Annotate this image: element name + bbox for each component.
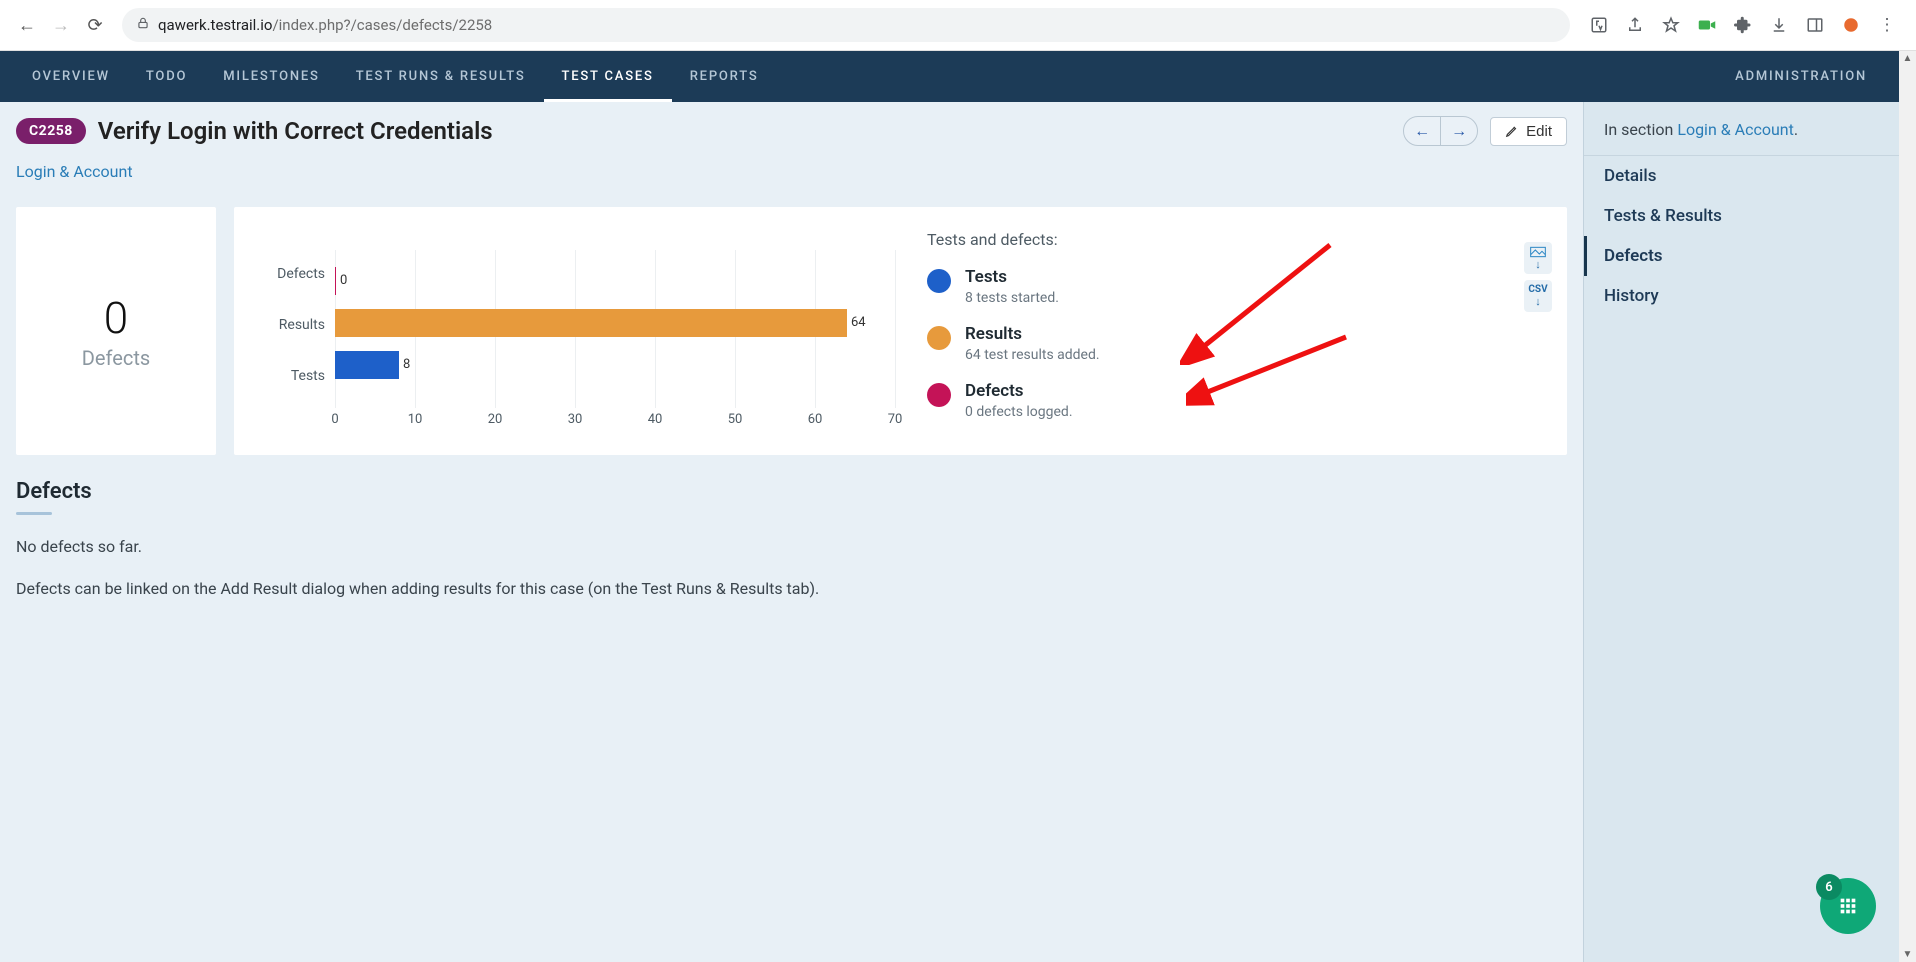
- csv-label: CSV: [1528, 284, 1547, 295]
- browser-actions: ⋮: [1580, 14, 1906, 36]
- legend-swatch: [927, 269, 951, 293]
- reload-button[interactable]: ⟳: [78, 8, 112, 42]
- downloads-icon[interactable]: [1768, 14, 1790, 36]
- chart-category-label: Tests: [245, 355, 335, 397]
- case-nav-arrows: ← →: [1403, 116, 1478, 146]
- defect-count-label: Defects: [82, 346, 150, 370]
- share-icon[interactable]: [1624, 14, 1646, 36]
- chart-xtick: 70: [888, 412, 903, 427]
- legend-subtext: 64 test results added.: [965, 347, 1100, 363]
- heading-underline: [16, 512, 52, 515]
- sidebar-item-tests-results[interactable]: Tests & Results: [1584, 196, 1899, 236]
- legend-swatch: [927, 383, 951, 407]
- grid-icon: [1837, 895, 1859, 917]
- menu-icon[interactable]: ⋮: [1876, 14, 1898, 36]
- chart-bar-value: 64: [851, 315, 866, 330]
- download-chart-image-button[interactable]: ↓: [1524, 242, 1552, 274]
- breadcrumb-link[interactable]: Login & Account: [16, 162, 133, 181]
- legend-title: Tests and defects:: [927, 230, 1524, 249]
- case-title: Verify Login with Correct Credentials: [98, 117, 493, 145]
- image-icon: [1530, 246, 1546, 258]
- sidebar-header: In section Login & Account.: [1584, 102, 1899, 156]
- legend-title-text: Tests: [965, 267, 1059, 287]
- defects-section: Defects No defects so far. Defects can b…: [0, 455, 1583, 601]
- chart-xtick: 60: [808, 412, 823, 427]
- browser-toolbar: ← → ⟳ qawerk.testrail.io /index.php?/cas…: [0, 0, 1916, 51]
- chart-xtick: 20: [488, 412, 503, 427]
- star-icon[interactable]: [1660, 14, 1682, 36]
- scroll-up-icon: ▲: [1903, 51, 1913, 66]
- chart-xtick: 40: [648, 412, 663, 427]
- legend-item: Tests 8 tests started.: [927, 267, 1524, 306]
- floating-action-button[interactable]: 6: [1820, 878, 1876, 934]
- fab-badge: 6: [1816, 874, 1842, 900]
- back-button[interactable]: ←: [10, 8, 44, 42]
- chart-bar: [335, 267, 336, 295]
- chart-xtick: 10: [408, 412, 423, 427]
- extension-video-icon[interactable]: [1696, 14, 1718, 36]
- defect-count-card: 0 Defects: [16, 207, 216, 455]
- address-bar[interactable]: qawerk.testrail.io /index.php?/cases/def…: [122, 8, 1570, 42]
- chart-bar-value: 8: [403, 357, 410, 372]
- scroll-down-icon: ▼: [1903, 947, 1913, 962]
- sidebar-item-defects[interactable]: Defects: [1584, 236, 1899, 276]
- tab-milestones[interactable]: MILESTONES: [205, 51, 337, 102]
- breadcrumb: Login & Account: [0, 156, 1583, 207]
- tab-reports[interactable]: REPORTS: [672, 51, 777, 102]
- chart-card: Defects Results Tests 0 10 20 30 40 50 60 70 0 64 8 …: [234, 207, 1567, 455]
- defect-count-value: 0: [104, 292, 128, 344]
- url-host: qawerk.testrail.io: [158, 16, 272, 34]
- forward-button[interactable]: →: [44, 8, 78, 42]
- chart-xtick: 50: [728, 412, 743, 427]
- tab-administration[interactable]: ADMINISTRATION: [1717, 51, 1885, 102]
- case-id-badge: C2258: [16, 118, 86, 144]
- bar-chart: Defects Results Tests 0 10 20 30 40 50 60 70 0 64 8: [245, 226, 905, 442]
- legend-subtext: 0 defects logged.: [965, 404, 1073, 420]
- tab-test-runs[interactable]: TEST RUNS & RESULTS: [338, 51, 544, 102]
- chart-bar: [335, 309, 847, 337]
- translate-icon[interactable]: [1588, 14, 1610, 36]
- tab-todo[interactable]: TODO: [128, 51, 205, 102]
- tab-test-cases[interactable]: TEST CASES: [544, 51, 672, 102]
- pencil-icon: [1505, 124, 1519, 138]
- defects-help-msg: Defects can be linked on the Add Result …: [16, 577, 1567, 601]
- edit-label: Edit: [1526, 123, 1552, 140]
- legend-subtext: 8 tests started.: [965, 290, 1059, 306]
- legend-title-text: Results: [965, 324, 1100, 344]
- chart-xtick: 30: [568, 412, 583, 427]
- download-chart-csv-button[interactable]: CSV ↓: [1524, 280, 1552, 312]
- legend-title-text: Defects: [965, 381, 1073, 401]
- chart-category-label: Defects: [245, 253, 335, 295]
- sidebar-item-history[interactable]: History: [1584, 276, 1899, 316]
- chart-bar: [335, 351, 399, 379]
- defects-heading: Defects: [16, 479, 1567, 504]
- page-header: C2258 Verify Login with Correct Credenti…: [0, 102, 1583, 156]
- sidebar-section-link[interactable]: Login & Account: [1677, 120, 1794, 139]
- sidebar-item-details[interactable]: Details: [1584, 156, 1899, 196]
- extension-orange-icon[interactable]: [1840, 14, 1862, 36]
- in-section-label: In section: [1604, 120, 1677, 139]
- url-path: /index.php?/cases/defects/2258: [272, 16, 492, 34]
- chart-legend: Tests and defects: Tests 8 tests started.…: [905, 226, 1524, 442]
- sidebar: In section Login & Account. DetailsTests…: [1583, 102, 1899, 962]
- legend-item: Defects 0 defects logged.: [927, 381, 1524, 420]
- edit-button[interactable]: Edit: [1490, 117, 1567, 146]
- legend-item: Results 64 test results added.: [927, 324, 1524, 363]
- chart-bar-value: 0: [340, 273, 347, 288]
- lock-icon: [136, 16, 150, 34]
- vertical-scrollbar[interactable]: ▲ ▼: [1899, 51, 1916, 962]
- extensions-icon[interactable]: [1732, 14, 1754, 36]
- defects-empty-msg: No defects so far.: [16, 535, 1567, 559]
- prev-case-button[interactable]: ←: [1404, 117, 1440, 145]
- legend-swatch: [927, 326, 951, 350]
- app-top-nav: OVERVIEW TODO MILESTONES TEST RUNS & RES…: [0, 51, 1899, 102]
- tab-overview[interactable]: OVERVIEW: [14, 51, 128, 102]
- chart-category-label: Results: [245, 304, 335, 346]
- chart-xtick: 0: [331, 412, 338, 427]
- next-case-button[interactable]: →: [1440, 117, 1477, 145]
- panel-icon[interactable]: [1804, 14, 1826, 36]
